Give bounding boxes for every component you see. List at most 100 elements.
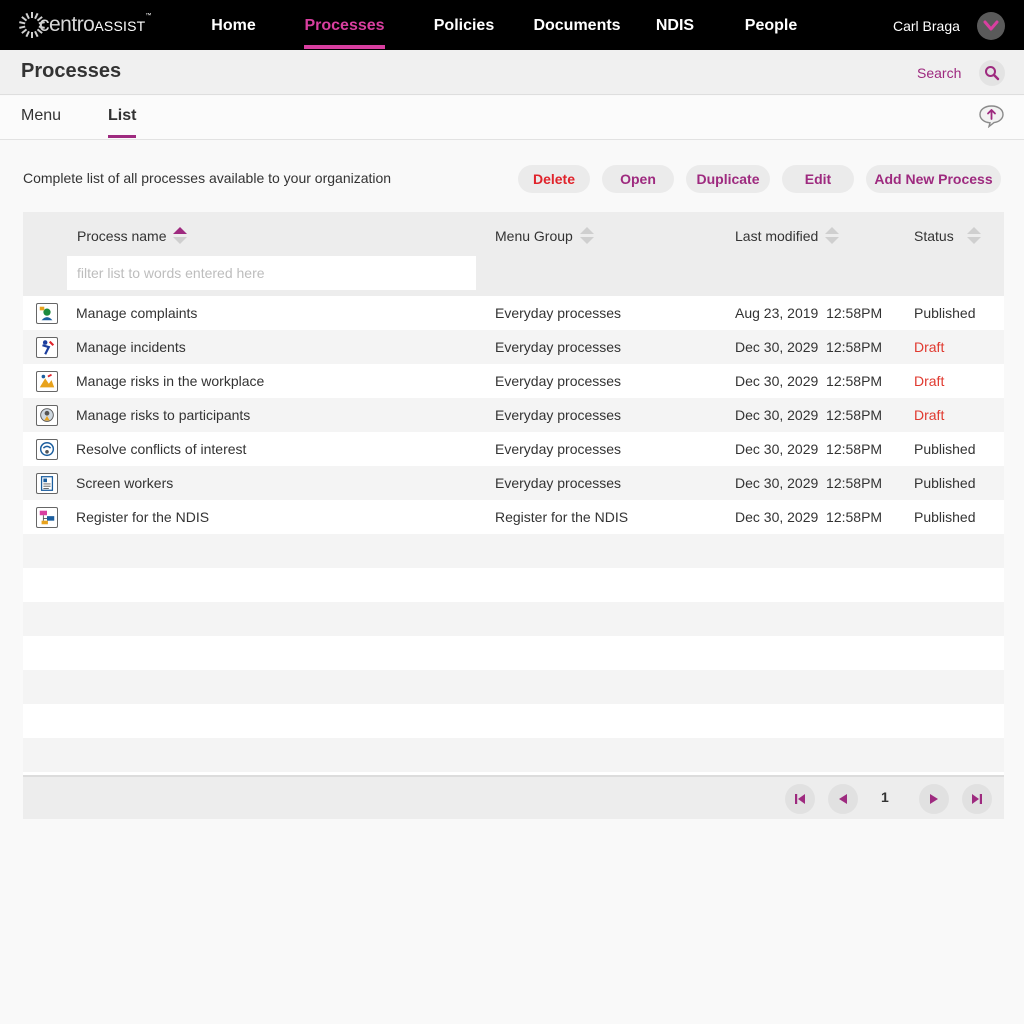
previous-page-button[interactable] — [828, 784, 858, 814]
first-page-button[interactable] — [785, 784, 815, 814]
page-header: Processes Search — [0, 50, 1024, 95]
column-header-last-modified[interactable]: Last modified — [735, 227, 840, 245]
column-header-process-name[interactable]: Process name — [77, 227, 188, 245]
cell-menu-group: Everyday processes — [495, 475, 622, 491]
delete-button[interactable]: Delete — [518, 165, 590, 193]
page-title: Processes — [21, 60, 122, 82]
cell-status: Draft — [914, 339, 945, 355]
cell-menu-group: Everyday processes — [495, 373, 622, 389]
nav-item-people[interactable]: People — [744, 0, 798, 50]
cell-last-modified: Dec 30, 2029 12:58PM — [735, 509, 883, 525]
tab-menu[interactable]: Menu — [21, 107, 61, 125]
cell-status: Draft — [914, 373, 945, 389]
centroassist-logo[interactable]: centroASSIST™ — [19, 11, 151, 39]
previous-page-icon — [839, 794, 847, 804]
logo-ray — [36, 28, 43, 34]
view-tabs: Menu List — [0, 96, 1024, 140]
table-row[interactable]: Manage incidents Everyday processes Dec 30… — [23, 330, 1004, 364]
logo-ray — [38, 21, 45, 25]
column-header-status[interactable]: Status — [914, 227, 981, 245]
logo-ray — [38, 25, 45, 29]
upload-bubble-icon[interactable] — [978, 104, 1005, 128]
conflict-icon — [36, 439, 58, 460]
logo-ray — [25, 30, 30, 38]
chevron-down-icon — [983, 20, 999, 31]
last-page-icon — [972, 794, 982, 804]
cell-last-modified: Dec 30, 2029 12:58PM — [735, 441, 883, 457]
cell-menu-group: Register for the NDIS — [495, 509, 629, 525]
register-icon — [36, 507, 58, 528]
nav-item-policies[interactable]: Policies — [433, 0, 495, 50]
cell-menu-group: Everyday processes — [495, 339, 622, 355]
process-table: Process name Menu Group Last modified St… — [23, 212, 1004, 819]
user-menu-button[interactable] — [977, 12, 1005, 40]
table-row[interactable]: Manage complaints Everyday processes Aug 2… — [23, 296, 1004, 330]
search-icon — [985, 66, 1000, 81]
cell-last-modified: Dec 30, 2029 12:58PM — [735, 373, 883, 389]
search-label[interactable]: Search — [917, 65, 961, 81]
logo-ray — [34, 30, 39, 38]
last-page-button[interactable] — [962, 784, 992, 814]
next-page-button[interactable] — [919, 784, 949, 814]
cell-process-name: Screen workers — [76, 475, 174, 491]
tab-list[interactable]: List — [108, 107, 137, 138]
cell-status: Published — [914, 509, 976, 525]
empty-table-row — [23, 534, 1004, 568]
logo-ray — [31, 12, 33, 18]
cell-last-modified: Aug 23, 2019 12:58PM — [735, 305, 883, 321]
search-button[interactable] — [979, 60, 1005, 86]
list-description: Complete list of all processes available… — [23, 170, 392, 186]
cell-last-modified: Dec 30, 2029 12:58PM — [735, 339, 883, 355]
column-header-menu-group[interactable]: Menu Group — [495, 227, 594, 245]
pagination-bar: 1 — [23, 775, 1004, 819]
nav-item-home[interactable]: Home — [210, 0, 257, 50]
current-page-number: 1 — [881, 789, 889, 805]
empty-table-row — [23, 568, 1004, 602]
cell-status: Published — [914, 441, 976, 457]
cell-process-name: Resolve conflicts of interest — [76, 441, 247, 457]
table-row[interactable]: Register for the NDIS Register for the ND… — [23, 500, 1004, 534]
add-new-process-button[interactable]: Add New Process — [866, 165, 1001, 193]
cell-menu-group: Everyday processes — [495, 407, 622, 423]
logo-ray — [19, 21, 26, 25]
table-header: Process name Menu Group Last modified St… — [23, 212, 1004, 296]
logo-ray — [31, 32, 33, 38]
logo-burst-icon — [19, 12, 45, 38]
logo-text: centroASSIST™ — [39, 13, 151, 36]
cell-status: Draft — [914, 407, 945, 423]
complaints-icon — [36, 303, 58, 324]
nav-item-documents[interactable]: Documents — [533, 0, 621, 50]
sort-icon — [966, 227, 981, 245]
table-row[interactable]: Manage risks to participants Everyday pro… — [23, 398, 1004, 432]
open-button[interactable]: Open — [602, 165, 674, 193]
cell-process-name: Register for the NDIS — [76, 509, 210, 525]
sort-ascending-icon — [173, 227, 188, 245]
table-row[interactable]: Resolve conflicts of interest Everyday pr… — [23, 432, 1004, 466]
first-page-icon — [795, 794, 805, 804]
user-name[interactable]: Carl Braga — [893, 0, 960, 50]
participant-risk-icon — [36, 405, 58, 426]
empty-table-row — [23, 670, 1004, 704]
table-row[interactable]: Manage risks in the workplace Everyday pr… — [23, 364, 1004, 398]
next-page-icon — [930, 794, 938, 804]
cell-process-name: Manage risks in the workplace — [76, 373, 265, 389]
duplicate-button[interactable]: Duplicate — [686, 165, 770, 193]
table-row[interactable]: Screen workers Everyday processes Dec 30, … — [23, 466, 1004, 500]
edit-button[interactable]: Edit — [782, 165, 854, 193]
nav-item-processes[interactable]: Processes — [304, 0, 385, 50]
incident-icon — [36, 337, 58, 358]
cell-menu-group: Everyday processes — [495, 305, 622, 321]
cell-menu-group: Everyday processes — [495, 441, 622, 457]
cell-status: Published — [914, 305, 976, 321]
empty-table-row — [23, 602, 1004, 636]
cell-last-modified: Dec 30, 2029 12:58PM — [735, 475, 883, 491]
empty-table-row — [23, 704, 1004, 738]
cell-process-name: Manage incidents — [76, 339, 186, 355]
empty-table-row — [23, 738, 1004, 772]
workplace-risk-icon — [36, 371, 58, 392]
filter-input[interactable] — [67, 256, 476, 290]
screening-icon — [36, 473, 58, 494]
cell-status: Published — [914, 475, 976, 491]
nav-item-ndis[interactable]: NDIS — [655, 0, 695, 50]
empty-table-row — [23, 636, 1004, 670]
